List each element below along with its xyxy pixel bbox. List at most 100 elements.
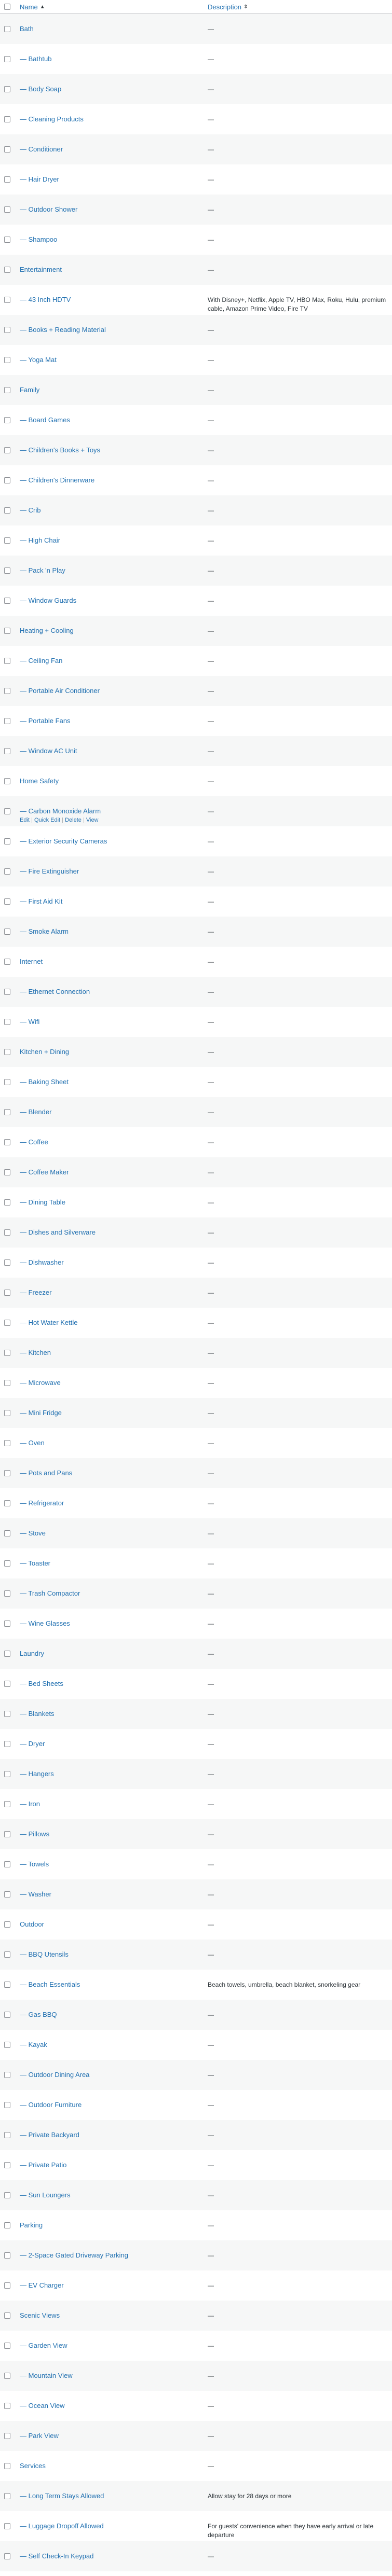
row-checkbox[interactable]: [4, 1290, 10, 1296]
row-checkbox[interactable]: [4, 1530, 10, 1536]
term-name-link[interactable]: — Books + Reading Material: [20, 326, 106, 334]
row-checkbox[interactable]: [4, 1921, 10, 1928]
term-name-link[interactable]: — Dishes and Silverware: [20, 1228, 96, 1236]
term-name-link[interactable]: — Blender: [20, 1108, 51, 1116]
term-name-link[interactable]: Home Safety: [20, 777, 59, 785]
term-name-link[interactable]: — Self Check-In Keypad: [20, 2552, 93, 2560]
term-name-link[interactable]: — Body Soap: [20, 85, 61, 93]
row-checkbox[interactable]: [4, 1470, 10, 1476]
row-checkbox[interactable]: [4, 1320, 10, 1326]
term-name-link[interactable]: — Private Patio: [20, 2161, 66, 2169]
row-checkbox[interactable]: [4, 1831, 10, 1837]
row-checkbox[interactable]: [4, 327, 10, 333]
row-checkbox[interactable]: [4, 1801, 10, 1807]
row-checkbox[interactable]: [4, 1621, 10, 1627]
term-name-link[interactable]: — Blankets: [20, 1710, 54, 1718]
term-name-link[interactable]: — Washer: [20, 1890, 51, 1898]
row-checkbox[interactable]: [4, 2012, 10, 2018]
row-checkbox[interactable]: [4, 477, 10, 483]
row-checkbox[interactable]: [4, 1951, 10, 1958]
term-name-link[interactable]: — Toaster: [20, 1559, 50, 1567]
row-checkbox[interactable]: [4, 658, 10, 664]
row-checkbox[interactable]: [4, 1079, 10, 1085]
term-name-link[interactable]: — Baking Sheet: [20, 1078, 69, 1086]
row-checkbox[interactable]: [4, 1982, 10, 1988]
row-checkbox[interactable]: [4, 116, 10, 122]
row-checkbox[interactable]: [4, 1741, 10, 1747]
row-checkbox[interactable]: [4, 2373, 10, 2379]
description-column-header[interactable]: Description ⇕: [208, 3, 248, 11]
row-checkbox[interactable]: [4, 718, 10, 724]
row-checkbox[interactable]: [4, 628, 10, 634]
term-name-link[interactable]: — Pack 'n Play: [20, 566, 65, 574]
row-checkbox[interactable]: [4, 868, 10, 875]
row-checkbox[interactable]: [4, 1199, 10, 1206]
row-checkbox[interactable]: [4, 2553, 10, 2559]
row-checkbox[interactable]: [4, 898, 10, 905]
row-checkbox[interactable]: [4, 2072, 10, 2078]
row-checkbox[interactable]: [4, 1049, 10, 1055]
row-checkbox[interactable]: [4, 1651, 10, 1657]
row-checkbox[interactable]: [4, 2132, 10, 2138]
term-name-link[interactable]: — Beach Essentials: [20, 1981, 80, 1988]
term-name-link[interactable]: — Mountain View: [20, 2372, 73, 2379]
term-name-link[interactable]: — Long Term Stays Allowed: [20, 2492, 104, 2500]
row-checkbox[interactable]: [4, 417, 10, 423]
term-name-link[interactable]: Services: [20, 2462, 46, 2470]
row-checkbox[interactable]: [4, 2252, 10, 2259]
term-name-link[interactable]: — Coffee Maker: [20, 1168, 69, 1176]
term-name-link[interactable]: — Hangers: [20, 1770, 54, 1778]
row-checkbox[interactable]: [4, 2433, 10, 2439]
name-header-label[interactable]: Name: [20, 3, 38, 11]
row-checkbox[interactable]: [4, 929, 10, 935]
term-name-link[interactable]: — Smoke Alarm: [20, 927, 69, 935]
term-name-link[interactable]: — Luggage Dropoff Allowed: [20, 2522, 104, 2530]
row-checkbox[interactable]: [4, 357, 10, 363]
row-checkbox[interactable]: [4, 2523, 10, 2529]
row-checkbox[interactable]: [4, 2463, 10, 2469]
term-name-link[interactable]: — Wine Glasses: [20, 1619, 70, 1627]
row-checkbox[interactable]: [4, 2162, 10, 2168]
row-checkbox[interactable]: [4, 959, 10, 965]
term-name-link[interactable]: Scenic Views: [20, 2311, 60, 2319]
row-checkbox[interactable]: [4, 838, 10, 844]
row-checkbox[interactable]: [4, 1590, 10, 1597]
term-name-link[interactable]: — Refrigerator: [20, 1499, 64, 1507]
row-checkbox[interactable]: [4, 1560, 10, 1567]
row-checkbox[interactable]: [4, 537, 10, 544]
row-checkbox[interactable]: [4, 56, 10, 62]
term-name-link[interactable]: — Mini Fridge: [20, 1409, 62, 1417]
term-name-link[interactable]: — Park View: [20, 2432, 59, 2440]
delete-link[interactable]: Delete: [65, 817, 82, 823]
row-checkbox[interactable]: [4, 267, 10, 273]
row-checkbox[interactable]: [4, 176, 10, 183]
row-checkbox[interactable]: [4, 808, 10, 814]
term-name-link[interactable]: Bath: [20, 25, 34, 33]
term-name-link[interactable]: — Gas BBQ: [20, 2011, 57, 2018]
row-checkbox[interactable]: [4, 1019, 10, 1025]
row-checkbox[interactable]: [4, 297, 10, 303]
term-name-link[interactable]: — Portable Air Conditioner: [20, 687, 100, 695]
row-checkbox[interactable]: [4, 1350, 10, 1356]
term-name-link[interactable]: — Stove: [20, 1529, 46, 1537]
row-checkbox[interactable]: [4, 387, 10, 393]
edit-link[interactable]: Edit: [20, 817, 30, 823]
row-checkbox[interactable]: [4, 2102, 10, 2108]
term-name-link[interactable]: — Sun Loungers: [20, 2191, 71, 2199]
row-checkbox[interactable]: [4, 1500, 10, 1506]
term-name-link[interactable]: — First Aid Kit: [20, 897, 62, 905]
row-checkbox[interactable]: [4, 26, 10, 32]
row-checkbox[interactable]: [4, 206, 10, 213]
term-name-link[interactable]: — Pots and Pans: [20, 1469, 72, 1477]
name-column-header[interactable]: Name ▲: [20, 3, 208, 11]
term-name-link[interactable]: — 2-Space Gated Driveway Parking: [20, 2251, 128, 2259]
term-name-link[interactable]: — Oven: [20, 1439, 45, 1447]
row-checkbox[interactable]: [4, 2282, 10, 2289]
term-name-link[interactable]: — Fire Extinguisher: [20, 867, 79, 875]
row-checkbox[interactable]: [4, 1109, 10, 1115]
row-checkbox[interactable]: [4, 1229, 10, 1236]
row-checkbox[interactable]: [4, 2042, 10, 2048]
term-name-link[interactable]: — Window AC Unit: [20, 747, 77, 755]
term-name-link[interactable]: — Portable Fans: [20, 717, 71, 725]
term-name-link[interactable]: — Kayak: [20, 2041, 47, 2048]
